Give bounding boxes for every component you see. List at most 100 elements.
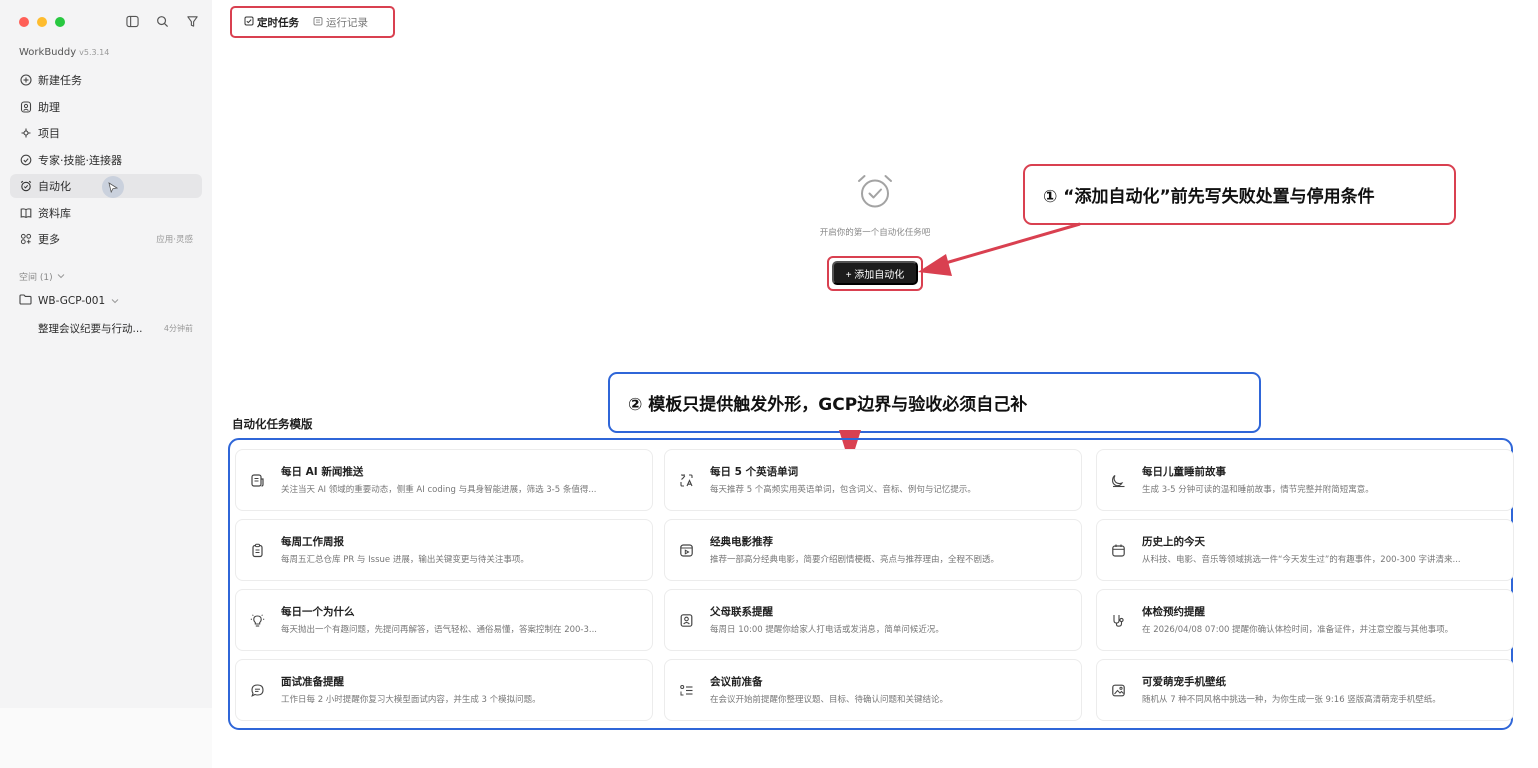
chat-icon	[249, 682, 265, 698]
contact-icon	[678, 612, 694, 628]
template-desc: 推荐一部高分经典电影，简要介绍剧情梗概、亮点与推荐理由，全程不剧透。	[710, 555, 1000, 565]
template-card[interactable]: 会议前准备 在会议开始前提醒你整理议题、目标、待确认问题和关键结论。	[664, 659, 1082, 721]
moon-icon	[1110, 472, 1126, 488]
template-desc: 关注当天 AI 领域的重要动态，侧重 AI coding 与具身智能进展，筛选 …	[281, 485, 597, 495]
sidebar-item-assistant[interactable]: 助理	[10, 95, 202, 119]
template-desc: 每天推荐 5 个高频实用英语单词，包含词义、音标、例句与记忆提示。	[710, 485, 976, 495]
callout-template-boundary: ② 模板只提供触发外形，GCP边界与验收必须自己补	[608, 372, 1261, 433]
app-brand: WorkBuddy v5.3.14	[19, 47, 109, 58]
tab-label: 运行记录	[326, 16, 368, 29]
grid-icon	[19, 233, 32, 246]
plus-circle-icon	[19, 74, 32, 87]
callout-failure-handling: ① “添加自动化”前先写失败处置与停用条件	[1023, 164, 1456, 225]
chevron-down-icon	[111, 295, 119, 307]
template-grid: 每日 AI 新闻推送 关注当天 AI 领域的重要动态，侧重 AI coding …	[235, 449, 1538, 726]
sidebar-item-experts[interactable]: 专家·技能·连接器	[10, 148, 202, 172]
calendar-icon	[1110, 542, 1126, 558]
template-desc: 随机从 7 种不同风格中挑选一种，为你生成一张 9:16 竖版高清萌宠手机壁纸。	[1142, 695, 1441, 705]
empty-state-alarm-icon	[855, 172, 895, 212]
template-desc: 工作日每 2 小时提醒你复习大模型面试内容，并生成 3 个模拟问题。	[281, 695, 541, 705]
close-window-button[interactable]	[19, 17, 29, 27]
space-label: 空间 (1)	[19, 273, 53, 283]
project-icon	[19, 127, 32, 140]
add-automation-button[interactable]: + 添加自动化	[832, 261, 918, 285]
sidebar-item-label: 专家·技能·连接器	[38, 153, 122, 167]
translate-icon	[678, 472, 694, 488]
workspace-task-item[interactable]: 整理会议纪要与行动... 4分钟前	[38, 321, 193, 336]
sidebar-footer	[0, 708, 212, 768]
news-icon	[249, 472, 265, 488]
template-card[interactable]: 面试准备提醒 工作日每 2 小时提醒你复习大模型面试内容，并生成 3 个模拟问题…	[235, 659, 653, 721]
red-arrow-head	[918, 254, 952, 276]
workspace-name: WB-GCP-001	[38, 295, 106, 307]
sidebar-item-automation[interactable]: 自动化	[10, 174, 202, 198]
zoom-window-button[interactable]	[55, 17, 65, 27]
expert-icon	[19, 153, 32, 166]
task-time: 4分钟前	[163, 324, 193, 333]
minimize-window-button[interactable]	[37, 17, 47, 27]
template-title: 经典电影推荐	[710, 536, 773, 548]
template-title: 每日一个为什么	[281, 606, 355, 618]
sidebar-item-library[interactable]: 资料库	[10, 201, 202, 225]
template-desc: 每周五汇总仓库 PR 与 Issue 进展，输出关键变更与待关注事项。	[281, 555, 529, 565]
book-icon	[19, 206, 32, 219]
template-desc: 生成 3-5 分钟可读的温和睡前故事，情节完整并附简短寓意。	[1142, 485, 1374, 495]
tab-run-history[interactable]: 运行记录	[311, 12, 370, 32]
filter-icon[interactable]	[184, 13, 200, 29]
task-title: 整理会议纪要与行动...	[38, 323, 143, 335]
app-window: WorkBuddy v5.3.14 新建任务 助理 项目 专家·技能·连接器 自动…	[0, 0, 1538, 768]
template-title: 每日 AI 新闻推送	[281, 466, 364, 478]
space-section-toggle[interactable]: 空间 (1)	[19, 270, 65, 283]
template-card[interactable]: 每日一个为什么 每天抛出一个有趣问题，先提问再解答，语气轻松、通俗易懂，答案控制…	[235, 589, 653, 651]
template-desc: 在 2026/04/08 07:00 提醒你确认体检时间，准备证件，并注意空腹与…	[1142, 625, 1454, 635]
template-card[interactable]: 经典电影推荐 推荐一部高分经典电影，简要介绍剧情梗概、亮点与推荐理由，全程不剧透…	[664, 519, 1082, 581]
health-icon	[1110, 612, 1126, 628]
workspace-item[interactable]: WB-GCP-001	[19, 294, 119, 308]
image-icon	[1110, 682, 1126, 698]
empty-state-text: 开启你的第一个自动化任务吧	[819, 228, 931, 238]
tab-scheduled-tasks[interactable]: 定时任务	[242, 12, 301, 32]
template-card[interactable]: 体检预约提醒 在 2026/04/08 07:00 提醒你确认体检时间，准备证件…	[1096, 589, 1514, 651]
sidebar-nav: 新建任务 助理 项目 专家·技能·连接器 自动化 资料库 更多 应用·灵感	[10, 68, 202, 254]
sidebar-item-label: 资料库	[38, 206, 71, 220]
template-card[interactable]: 可爱萌宠手机壁纸 随机从 7 种不同风格中挑选一种，为你生成一张 9:16 竖版…	[1096, 659, 1514, 721]
sidebar-item-label: 自动化	[38, 180, 71, 193]
app-name: WorkBuddy	[19, 47, 77, 58]
chevron-down-icon	[57, 272, 65, 282]
template-title: 每周工作周报	[281, 536, 344, 548]
template-title: 面试准备提醒	[281, 676, 344, 688]
template-card[interactable]: 每日儿童睡前故事 生成 3-5 分钟可读的温和睡前故事，情节完整并附简短寓意。	[1096, 449, 1514, 511]
sidebar-item-more[interactable]: 更多 应用·灵感	[10, 227, 202, 251]
template-card[interactable]: 父母联系提醒 每周日 10:00 提醒你给家人打电话或发消息，简单问候近况。	[664, 589, 1082, 651]
sidebar-toolbar	[124, 13, 200, 29]
template-title: 体检预约提醒	[1142, 606, 1205, 618]
list-icon	[678, 682, 694, 698]
sidebar-item-label: 更多	[38, 233, 60, 246]
sidebar-item-label: 项目	[38, 127, 60, 140]
sidebar-toggle-icon[interactable]	[124, 13, 140, 29]
clipboard-icon	[249, 542, 265, 558]
template-title: 历史上的今天	[1142, 536, 1205, 548]
sidebar-item-project[interactable]: 项目	[10, 121, 202, 145]
template-card[interactable]: 每周工作周报 每周五汇总仓库 PR 与 Issue 进展，输出关键变更与待关注事…	[235, 519, 653, 581]
checkbox-icon	[244, 16, 254, 29]
film-icon	[678, 542, 694, 558]
app-version: v5.3.14	[79, 48, 110, 57]
sidebar-item-hint: 应用·灵感	[156, 235, 193, 245]
sidebar-item-new-task[interactable]: 新建任务	[10, 68, 202, 92]
sidebar-item-label: 新建任务	[38, 74, 82, 87]
template-card[interactable]: 每日 AI 新闻推送 关注当天 AI 领域的重要动态，侧重 AI coding …	[235, 449, 653, 511]
template-card[interactable]: 每日 5 个英语单词 每天推荐 5 个高频实用英语单词，包含词义、音标、例句与记…	[664, 449, 1082, 511]
assistant-icon	[19, 100, 32, 113]
automation-tabs: 定时任务 运行记录	[230, 6, 395, 38]
template-desc: 从科技、电影、音乐等领域挑选一件“今天发生过”的有趣事件，200-300 字讲清…	[1142, 555, 1461, 565]
red-arrow-line	[941, 222, 1081, 266]
folder-icon	[19, 294, 32, 308]
window-controls	[19, 17, 65, 27]
search-icon[interactable]	[154, 13, 170, 29]
template-card[interactable]: 历史上的今天 从科技、电影、音乐等领域挑选一件“今天发生过”的有趣事件，200-…	[1096, 519, 1514, 581]
mouse-cursor-icon	[102, 176, 124, 198]
sidebar: WorkBuddy v5.3.14 新建任务 助理 项目 专家·技能·连接器 自动…	[0, 0, 212, 708]
history-icon	[313, 16, 323, 29]
templates-heading: 自动化任务模版	[232, 417, 313, 431]
